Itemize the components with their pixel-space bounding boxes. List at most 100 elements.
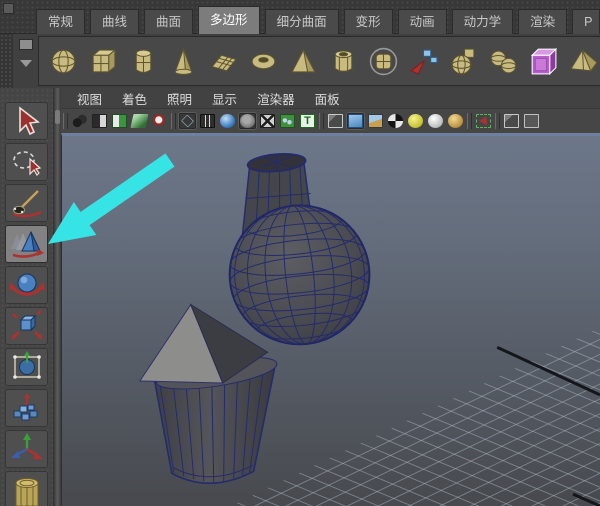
scale-tool-button[interactable] [5, 307, 48, 345]
tab-dynamics[interactable]: 动力学 [452, 9, 514, 34]
checker-sphere-icon[interactable] [387, 113, 404, 129]
tab-animation[interactable]: 动画 [398, 9, 447, 34]
toolbar-separator [467, 113, 472, 129]
shelf-menu-triangle-icon[interactable] [20, 60, 32, 67]
scale-cube-icon [8, 309, 46, 343]
shelf-tabs: 常规 曲线 曲面 多边形 细分曲面 变形 动画 动力学 渲染 P [36, 0, 600, 34]
corner-grip[interactable] [3, 3, 14, 14]
toolbar-separator [495, 113, 500, 129]
menu-renderer[interactable]: 渲染器 [247, 89, 305, 108]
camera-attributes-icon[interactable] [91, 113, 108, 129]
mask-icon[interactable] [259, 113, 276, 129]
soft-mod-icon [8, 391, 46, 425]
poly-torus-icon[interactable] [248, 46, 279, 77]
subdiv-proxy-cube-icon[interactable] [528, 46, 559, 77]
yellow-light-icon[interactable] [407, 113, 424, 129]
shaded-sphere-icon[interactable] [219, 113, 236, 129]
panel-toolbar: T [61, 109, 600, 133]
tab-rendering[interactable]: 渲染 [518, 9, 567, 34]
pan-zoom-icon[interactable] [151, 113, 168, 129]
select-arrow-icon [8, 104, 46, 138]
splitter-knob[interactable] [55, 110, 60, 124]
tab-label: 细分曲面 [277, 15, 327, 29]
shelf-grip[interactable] [0, 34, 13, 88]
resolution-gate-icon[interactable] [279, 113, 296, 129]
show-manipulator-tool-button[interactable] [5, 430, 48, 468]
viewport-panel: 视图 着色 照明 显示 渲染器 面板 T [61, 88, 600, 506]
default-material-icon[interactable] [239, 113, 256, 129]
marquee-select-icon[interactable] [475, 113, 492, 129]
tab-label: 动力学 [464, 15, 502, 29]
viewport-3d[interactable] [61, 133, 600, 506]
shelf-tab-bar: 常规 曲线 曲面 多边形 细分曲面 变形 动画 动力学 渲染 P [0, 0, 600, 34]
combine-spheres-icon[interactable] [488, 46, 519, 77]
shelf-switcher[interactable] [15, 39, 37, 83]
tab-partial[interactable]: P [572, 9, 600, 34]
menu-view[interactable]: 视图 [67, 89, 112, 108]
cone-ghost-icon [8, 227, 46, 261]
paint-brush-icon [8, 186, 46, 220]
menu-show[interactable]: 显示 [202, 89, 247, 108]
tab-deform[interactable]: 变形 [344, 9, 393, 34]
tab-polygons-selected[interactable]: 多边形 [198, 6, 260, 34]
tab-label: 常规 [48, 15, 73, 29]
gold-cylinder-icon [8, 473, 46, 506]
poly-pipe-icon[interactable] [328, 46, 359, 77]
universal-manipulator-tool-button[interactable] [5, 348, 48, 386]
poly-cylinder-icon[interactable] [128, 46, 159, 77]
lasso-select-tool-button[interactable] [5, 143, 48, 181]
viewport-canvas[interactable] [62, 136, 600, 506]
poly-cube-icon[interactable] [88, 46, 119, 77]
universal-manipulator-icon [8, 350, 46, 384]
poly-pyramid-icon[interactable] [288, 46, 319, 77]
film-gate-icon[interactable] [199, 113, 216, 129]
tab-subdivs[interactable]: 细分曲面 [265, 9, 339, 34]
tab-label: P [584, 15, 592, 29]
textured-cube-icon[interactable] [367, 113, 384, 129]
platonic-solid-icon[interactable] [568, 46, 599, 77]
tab-surfaces[interactable]: 曲面 [144, 9, 193, 34]
select-tool-button[interactable] [5, 102, 48, 140]
menu-shading[interactable]: 着色 [112, 89, 157, 108]
toolbar-separator [63, 113, 68, 129]
poly-cone-icon[interactable] [168, 46, 199, 77]
sphere-with-neck-object[interactable] [223, 152, 377, 351]
cone-create-tool-button-active[interactable] [5, 225, 48, 263]
rotate-tool-button[interactable] [5, 266, 48, 304]
lasso-icon [8, 145, 46, 179]
shelf-switch-button[interactable] [19, 39, 33, 50]
bookmark-icon[interactable] [111, 113, 128, 129]
toolbar-separator [171, 113, 176, 129]
soft-modification-tool-button[interactable] [5, 389, 48, 427]
paint-select-tool-button[interactable] [5, 184, 48, 222]
poly-sphere-icon[interactable] [48, 46, 79, 77]
tab-label: 曲线 [102, 15, 127, 29]
gold-light-icon[interactable] [447, 113, 464, 129]
tab-label: 多边形 [210, 13, 248, 27]
smooth-mesh-icon[interactable] [368, 46, 399, 77]
wireframe-diamond-icon[interactable] [179, 113, 196, 129]
field-chart-icon[interactable]: T [299, 113, 316, 129]
tab-label: 动画 [410, 15, 435, 29]
axes-icon [8, 432, 46, 466]
isolate-cube-icon[interactable] [503, 113, 520, 129]
camera-select-icon[interactable] [71, 113, 88, 129]
sphere-map-icon[interactable] [448, 46, 479, 77]
panel-splitter[interactable] [54, 88, 61, 506]
last-tool-button[interactable] [5, 471, 48, 506]
menu-panels[interactable]: 面板 [305, 89, 350, 108]
poly-plane-icon[interactable] [208, 46, 239, 77]
rotate-sphere-icon [8, 268, 46, 302]
tab-label: 曲面 [156, 15, 181, 29]
clipboard-cube-icon[interactable] [523, 113, 540, 129]
shelf-tray [38, 36, 600, 86]
white-light-icon[interactable] [427, 113, 444, 129]
reduce-arrow-icon[interactable] [408, 46, 439, 77]
tab-general[interactable]: 常规 [36, 9, 85, 34]
smooth-shade-cube-icon[interactable] [347, 113, 364, 129]
wireframe-cube-icon[interactable] [327, 113, 344, 129]
menu-lighting[interactable]: 照明 [157, 89, 202, 108]
tab-label: 渲染 [530, 15, 555, 29]
image-plane-icon[interactable] [131, 113, 148, 129]
tab-curves[interactable]: 曲线 [90, 9, 139, 34]
